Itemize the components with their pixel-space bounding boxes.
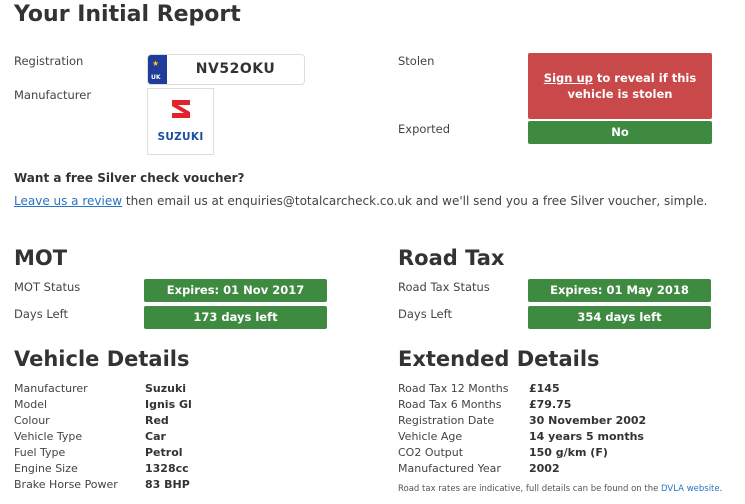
exported-status-badge: No — [528, 121, 712, 144]
detail-label: Vehicle Type — [14, 430, 83, 443]
stolen-status-box: Sign up to reveal if this vehicle is sto… — [528, 53, 712, 119]
detail-value: 1328cc — [145, 462, 189, 475]
detail-label: CO2 Output — [398, 446, 464, 459]
exported-label: Exported — [398, 122, 451, 136]
manufacturer-logo: SUZUKI — [147, 88, 214, 155]
mot-heading: MOT — [14, 246, 68, 270]
page-title: Your Initial Report — [14, 2, 241, 27]
detail-value: 150 g/km (F) — [529, 446, 608, 459]
detail-label: Manufacturer — [14, 382, 88, 395]
detail-label: Colour — [14, 414, 50, 427]
detail-value: 83 BHP — [145, 478, 190, 491]
dvla-website-link[interactable]: DVLA website — [661, 484, 720, 494]
detail-value: Car — [145, 430, 166, 443]
detail-label: Brake Horse Power — [14, 478, 118, 491]
road-tax-status-label: Road Tax Status — [398, 280, 490, 294]
detail-label: Engine Size — [14, 462, 78, 475]
detail-value: 14 years 5 months — [529, 430, 644, 443]
voucher-text: Leave us a review then email us at enqui… — [14, 194, 707, 208]
detail-label: Fuel Type — [14, 446, 66, 459]
detail-label: Model — [14, 398, 48, 411]
detail-label: Road Tax 6 Months — [398, 398, 502, 411]
road-tax-note: Road tax rates are indicative, full deta… — [398, 484, 723, 494]
mot-days-badge: 173 days left — [144, 306, 327, 329]
detail-label: Vehicle Age — [398, 430, 463, 443]
sign-up-link[interactable]: Sign up — [544, 71, 593, 85]
road-tax-days-badge: 354 days left — [528, 306, 711, 329]
stolen-label: Stolen — [398, 54, 435, 68]
manufacturer-logo-text: SUZUKI — [157, 131, 204, 143]
detail-label: Registration Date — [398, 414, 495, 427]
detail-value: Red — [145, 414, 169, 427]
mot-status-label: MOT Status — [14, 280, 81, 294]
detail-label: Road Tax 12 Months — [398, 382, 509, 395]
registration-plate: ★ UK NV52OKU — [147, 54, 305, 85]
suzuki-logo-icon — [172, 100, 190, 118]
road-tax-heading: Road Tax — [398, 246, 505, 270]
manufacturer-label: Manufacturer — [14, 88, 92, 102]
voucher-heading: Want a free Silver check voucher? — [14, 171, 245, 185]
registration-number: NV52OKU — [195, 61, 276, 77]
detail-value: £145 — [529, 382, 560, 395]
detail-value: Petrol — [145, 446, 183, 459]
leave-review-link[interactable]: Leave us a review — [14, 194, 122, 208]
voucher-description: then email us at enquiries@totalcarcheck… — [122, 194, 708, 208]
detail-value: £79.75 — [529, 398, 572, 411]
detail-value: Suzuki — [145, 382, 187, 395]
detail-value: 2002 — [529, 462, 560, 475]
mot-days-label: Days Left — [14, 307, 68, 321]
road-tax-status-badge: Expires: 01 May 2018 — [528, 279, 711, 302]
extended-details-heading: Extended Details — [398, 347, 600, 371]
vehicle-details-heading: Vehicle Details — [14, 347, 190, 371]
detail-value: Ignis Gl — [145, 398, 192, 411]
road-tax-days-label: Days Left — [398, 307, 452, 321]
registration-label: Registration — [14, 54, 84, 68]
detail-label: Manufactured Year — [398, 462, 501, 475]
detail-value: 30 November 2002 — [529, 414, 647, 427]
uk-flag-icon: ★ UK — [148, 55, 167, 84]
mot-status-badge: Expires: 01 Nov 2017 — [144, 279, 327, 302]
